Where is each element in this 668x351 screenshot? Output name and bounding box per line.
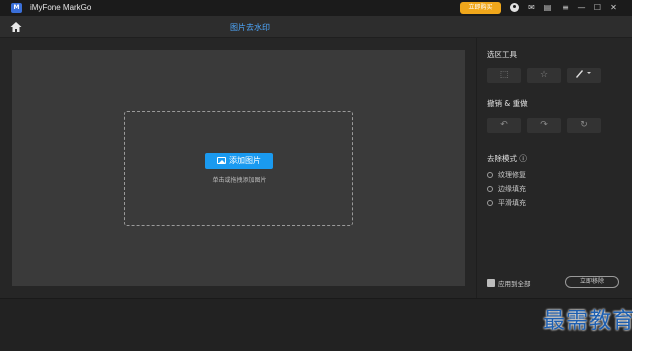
mode-option-edge[interactable]: 边缘填充 <box>487 184 526 194</box>
radio-icon <box>487 200 493 206</box>
remove-now-button[interactable]: 立即移除 <box>565 276 619 288</box>
app-window: M iMyFone MarkGo 立即购买 ✉ ▤ ≡ — ☐ ✕ 图片去水印 … <box>0 0 632 351</box>
minimize-icon[interactable]: — <box>576 2 587 14</box>
image-canvas[interactable]: 添加图片 单击或拖拽添加图片 <box>12 50 465 286</box>
drop-zone[interactable]: 添加图片 单击或拖拽添加图片 <box>124 111 353 226</box>
reset-icon[interactable]: ↻ <box>567 118 601 133</box>
redo-icon[interactable]: ↷ <box>527 118 561 133</box>
app-logo: M <box>11 3 22 13</box>
rect-select-icon[interactable]: ⬚ <box>487 68 521 83</box>
watermark-text: 最需教育 <box>543 309 636 334</box>
maximize-icon[interactable]: ☐ <box>592 2 603 14</box>
close-icon[interactable]: ✕ <box>608 2 619 14</box>
header-bar: 图片去水印 <box>0 16 632 38</box>
title-bar: M iMyFone MarkGo 立即购买 ✉ ▤ ≡ — ☐ ✕ <box>0 0 632 16</box>
removal-mode-title: 去除模式 ⓘ <box>487 154 527 163</box>
undo-icon[interactable]: ↶ <box>487 118 521 133</box>
radio-icon <box>487 186 493 192</box>
star-select-icon[interactable]: ☆ <box>527 68 561 83</box>
add-image-label: 添加图片 <box>229 156 261 165</box>
brush-icon <box>576 70 591 78</box>
mode-label: 边缘填充 <box>498 185 526 193</box>
user-icon[interactable] <box>509 2 520 14</box>
radio-icon <box>487 172 493 178</box>
mode-option-texture[interactable]: 纹理修复 <box>487 170 526 180</box>
selection-tools-title: 选区工具 <box>487 50 517 59</box>
buy-now-button[interactable]: 立即购买 <box>460 2 501 14</box>
checkbox-icon <box>487 279 495 287</box>
menu-icon[interactable]: ≡ <box>560 2 571 14</box>
apply-all-label: 应用到全部 <box>498 280 531 288</box>
app-title: iMyFone MarkGo <box>30 3 92 12</box>
apply-all-checkbox[interactable]: 应用到全部 <box>487 278 531 288</box>
add-image-button[interactable]: 添加图片 <box>205 153 273 169</box>
panel-divider <box>476 38 477 298</box>
mode-label: 平滑填充 <box>498 199 526 207</box>
mail-icon[interactable]: ✉ <box>526 2 537 14</box>
brush-select-icon[interactable] <box>567 68 601 83</box>
tools-panel: 选区工具 ⬚ ☆ 撤销 & 重做 ↶ ↷ ↻ 去除模式 ⓘ 纹理修复 边缘填充 … <box>478 38 632 298</box>
message-icon[interactable]: ▤ <box>542 2 553 14</box>
drop-hint: 单击或拖拽添加图片 <box>212 177 267 184</box>
undo-redo-title: 撤销 & 重做 <box>487 99 528 108</box>
bottom-bar <box>0 298 632 351</box>
mode-label: 纹理修复 <box>498 171 526 179</box>
image-icon <box>217 157 226 164</box>
mode-option-smooth[interactable]: 平滑填充 <box>487 198 526 208</box>
page-title: 图片去水印 <box>230 23 270 32</box>
